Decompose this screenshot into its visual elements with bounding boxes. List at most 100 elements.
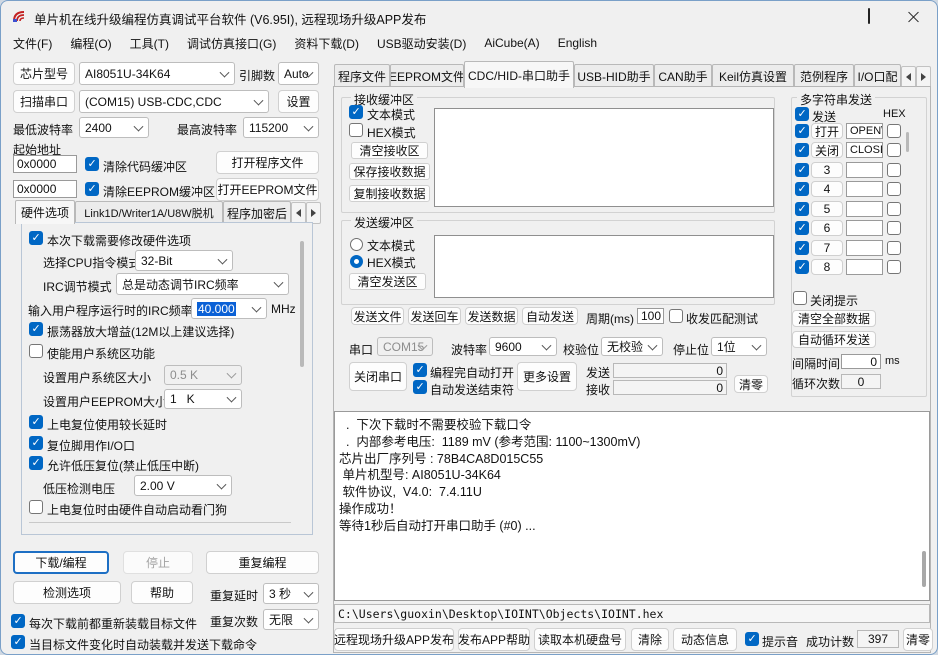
cpu-mode-select[interactable]: 32-Bit: [135, 250, 233, 271]
check-options-button[interactable]: 检测选项: [13, 581, 121, 604]
tab-cdc-hid-serial[interactable]: CDC/HID-串口助手: [464, 61, 574, 88]
multisend-row-input[interactable]: OPEN\r: [846, 123, 883, 139]
watchdog-label[interactable]: 上电复位时由硬件自动启动看门狗: [47, 501, 227, 518]
menu-file[interactable]: 文件(F): [11, 32, 54, 55]
max-baud-select[interactable]: 115200: [243, 117, 319, 138]
multisend-row-checkbox[interactable]: [795, 124, 809, 138]
eeprom-address-input[interactable]: 0x0000: [13, 180, 77, 198]
lvd-select[interactable]: 2.00 V: [134, 475, 232, 496]
tab-eeprom-file[interactable]: EEPROM文件: [390, 64, 464, 88]
multisend-all-checkbox[interactable]: [795, 107, 809, 121]
serial-clear-counts-button[interactable]: 清零: [734, 375, 768, 393]
send-text-mode-radio[interactable]: [350, 238, 363, 251]
clear-eeprom-label[interactable]: 清除EEPROM缓冲区: [103, 183, 215, 200]
auto-send-button[interactable]: 自动发送: [522, 307, 578, 325]
close-button[interactable]: [891, 1, 936, 31]
tab-io-config[interactable]: I/O口配: [854, 64, 901, 88]
match-test-label[interactable]: 收发匹配测试: [686, 310, 758, 327]
clear-code-label[interactable]: 清除代码缓冲区: [103, 158, 187, 175]
menu-debug-interface[interactable]: 调试仿真接口(G): [185, 32, 278, 55]
more-settings-button[interactable]: 更多设置: [517, 362, 577, 391]
menu-tools[interactable]: 工具(T): [128, 32, 171, 55]
console-scrollbar[interactable]: [922, 551, 926, 587]
clear-all-data-button[interactable]: 清空全部数据: [792, 310, 876, 327]
remote-upgrade-publish-button[interactable]: 远程现场升级APP发布: [334, 628, 454, 651]
stop-button[interactable]: 停止: [123, 551, 193, 574]
match-test-checkbox[interactable]: [669, 309, 683, 323]
receive-textarea[interactable]: [434, 108, 774, 207]
tab-program-file[interactable]: 程序文件: [334, 64, 390, 88]
multisend-row-checkbox[interactable]: [795, 202, 809, 216]
multisend-row-hex-checkbox[interactable]: [887, 241, 901, 255]
reset-io-checkbox[interactable]: [29, 436, 43, 450]
send-textarea[interactable]: [434, 235, 774, 298]
multisend-row-hex-checkbox[interactable]: [887, 260, 901, 274]
multisend-row-checkbox[interactable]: [795, 163, 809, 177]
multisend-row-hex-checkbox[interactable]: [887, 124, 901, 138]
main-tab-scroll-left-button[interactable]: [901, 66, 916, 88]
lvr-checkbox[interactable]: [29, 456, 43, 470]
chip-model-button[interactable]: 芯片型号: [13, 62, 75, 85]
reload-each-checkbox[interactable]: [11, 614, 25, 628]
irc-mode-select[interactable]: 总是动态调节IRC频率: [116, 273, 289, 295]
minimize-button[interactable]: [801, 1, 846, 31]
eeprom-size-select[interactable]: 1 K: [164, 389, 242, 409]
clear-code-checkbox[interactable]: [85, 157, 99, 171]
beep-label[interactable]: 提示音: [762, 633, 798, 650]
tab-program-encrypt[interactable]: 程序加密后: [223, 201, 291, 224]
multisend-row-input[interactable]: [846, 259, 883, 275]
auto-open-label[interactable]: 编程完自动打开: [430, 364, 514, 381]
interval-input[interactable]: 0: [841, 354, 881, 369]
clear-eeprom-checkbox[interactable]: [85, 182, 99, 196]
close-port-button[interactable]: 关闭串口: [349, 362, 407, 391]
copy-receive-button[interactable]: 复制接收数据: [349, 185, 430, 202]
repeat-delay-select[interactable]: 3 秒: [263, 583, 319, 604]
bottom-clear-button[interactable]: 清除: [631, 628, 669, 651]
pin-count-select[interactable]: Auto: [278, 62, 319, 85]
min-baud-select[interactable]: 2400: [79, 117, 149, 138]
long-delay-checkbox[interactable]: [29, 415, 43, 429]
osc-gain-checkbox[interactable]: [29, 322, 43, 336]
maximize-button[interactable]: [846, 1, 891, 31]
menu-english[interactable]: English: [556, 33, 599, 53]
multisend-row-input[interactable]: [846, 220, 883, 236]
send-enter-button[interactable]: 发送回车: [408, 307, 461, 325]
send-hex-mode-label[interactable]: HEX模式: [367, 254, 416, 271]
multisend-row-button[interactable]: 4: [811, 181, 843, 197]
clear-send-button[interactable]: 清空发送区: [349, 273, 426, 290]
send-text-mode-label[interactable]: 文本模式: [367, 237, 415, 254]
beep-checkbox[interactable]: [745, 632, 759, 646]
multisend-row-checkbox[interactable]: [795, 260, 809, 274]
send-hex-mode-radio[interactable]: [350, 255, 363, 268]
repeat-count-select[interactable]: 无限: [263, 609, 319, 630]
auto-load-label[interactable]: 当目标文件变化时自动装载并发送下载命令: [29, 636, 257, 653]
multisend-row-button[interactable]: 关闭: [811, 142, 843, 158]
modify-options-label[interactable]: 本次下载需要修改硬件选项: [47, 232, 191, 249]
menu-usb-driver[interactable]: USB驱动安装(D): [375, 32, 468, 55]
menu-program[interactable]: 编程(O): [68, 32, 113, 55]
multisend-row-checkbox[interactable]: [795, 221, 809, 235]
main-tab-scroll-right-button[interactable]: [916, 66, 931, 88]
long-delay-label[interactable]: 上电复位使用较长延时: [47, 416, 167, 433]
scan-port-button[interactable]: 扫描串口: [13, 90, 75, 113]
menu-aicube[interactable]: AiCube(A): [482, 33, 541, 53]
auto-loop-send-button[interactable]: 自动循环发送: [792, 331, 876, 348]
menu-downloads[interactable]: 资料下载(D): [292, 32, 361, 55]
serial-baud-select[interactable]: 9600: [489, 337, 557, 356]
port-select[interactable]: (COM15) USB-CDC,CDC: [79, 90, 269, 113]
serial-parity-select[interactable]: 无校验: [601, 337, 663, 356]
osc-gain-label[interactable]: 振荡器放大增益(12M以上建议选择): [47, 323, 234, 340]
tab-usb-hid[interactable]: USB-HID助手: [574, 64, 654, 88]
multisend-row-hex-checkbox[interactable]: [887, 202, 901, 216]
multisend-row-button[interactable]: 打开: [811, 123, 843, 139]
tab-link1d-offline[interactable]: Link1D/Writer1A/U8W脱机: [75, 201, 223, 224]
dynamic-info-button[interactable]: 动态信息: [673, 628, 737, 651]
download-button[interactable]: 下载/编程: [13, 551, 109, 574]
multisend-row-hex-checkbox[interactable]: [887, 143, 901, 157]
multisend-row-button[interactable]: 6: [811, 220, 843, 236]
close-prompt-checkbox[interactable]: [793, 291, 807, 305]
open-program-button[interactable]: 打开程序文件: [216, 151, 319, 174]
chip-model-select[interactable]: AI8051U-34K64: [79, 62, 235, 85]
success-count-reset-button[interactable]: 清零: [903, 628, 933, 651]
publish-app-help-button[interactable]: 发布APP帮助: [458, 628, 530, 651]
